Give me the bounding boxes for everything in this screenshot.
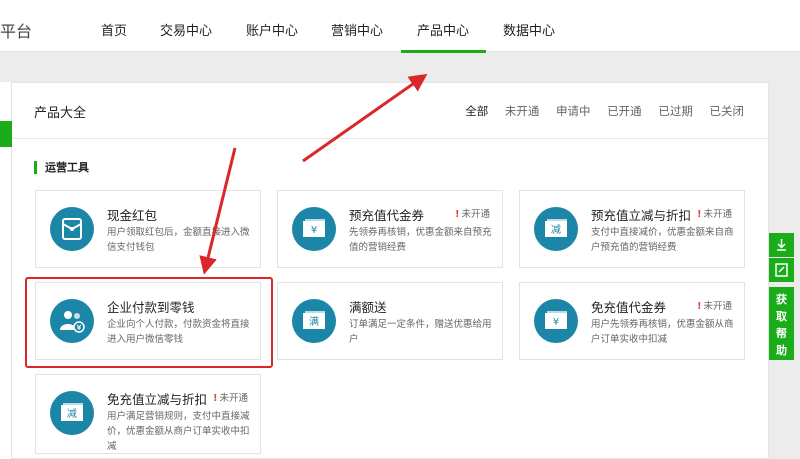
top-navigation: 平台 首页 交易中心 账户中心 营销中心 产品中心 数据中心	[0, 0, 800, 53]
card-title: 免充值立减与折扣	[107, 392, 208, 407]
status-badge: ! 未开通	[455, 209, 490, 220]
card-title: 预充值代金券	[349, 208, 425, 223]
card-description: 支付中直接减价，优惠金额来自商户预充值的营销经费	[591, 227, 734, 253]
product-card-free-voucher[interactable]: ¥ 免充值代金券 ! 未开通 用户先领券再核销，优惠金额从商户订单实收中扣减	[519, 282, 745, 360]
full-gift-icon: 满	[292, 299, 336, 343]
full-glyph: 满	[309, 316, 319, 328]
card-description: 用户满足营销规则，支付中直接减价，优惠金额从商户订单实收中扣减	[107, 411, 250, 452]
filter-closed[interactable]: 已关闭	[710, 104, 745, 118]
card-description: 用户先领券再核销，优惠金额从商户订单实收中扣减	[591, 319, 734, 345]
help-char: 取	[776, 310, 787, 323]
discount-glyph: 减	[551, 224, 561, 236]
discount-ticket-icon: 减	[50, 391, 94, 435]
edit-icon	[775, 263, 788, 277]
card-title: 满额送	[349, 300, 387, 315]
card-title: 现金红包	[107, 208, 158, 223]
nav-marketing-center[interactable]: 营销中心	[331, 20, 383, 39]
filter-all[interactable]: 全部	[465, 104, 488, 118]
help-char: 帮	[776, 327, 787, 340]
download-icon	[777, 239, 786, 251]
yuan-voucher-icon: ¥	[292, 207, 336, 251]
nav-account-center[interactable]: 账户中心	[246, 20, 298, 39]
help-char: 获	[776, 293, 787, 306]
card-title: 预充值立减与折扣	[591, 208, 692, 223]
status-filters: 全部 未开通 申请中 已开通 已过期 已关闭	[452, 103, 744, 119]
left-sidebar-active-marker	[0, 121, 12, 147]
yuan-voucher-icon: ¥	[534, 299, 578, 343]
product-card-prepaid-voucher[interactable]: ¥ 预充值代金券 ! 未开通 先领券再核销，优惠金额来自预充值的营销经费	[277, 190, 503, 268]
nav-home[interactable]: 首页	[101, 20, 127, 39]
yuan-glyph: ¥	[311, 225, 317, 236]
section-title: 运营工具	[34, 161, 89, 174]
card-description: 先领券再核销，优惠金额来自预充值的营销经费	[349, 227, 492, 253]
active-nav-indicator	[401, 50, 486, 53]
status-badge: ! 未开通	[213, 393, 248, 404]
filter-expired[interactable]: 已过期	[658, 104, 693, 118]
card-description: 订单满足一定条件，赠送优惠给用户	[349, 319, 492, 345]
download-button[interactable]	[769, 233, 794, 257]
filter-opened[interactable]: 已开通	[607, 104, 642, 118]
status-badge: ! 未开通	[697, 209, 732, 220]
status-badge: ! 未开通	[697, 301, 732, 312]
nav-product-center[interactable]: 产品中心	[417, 20, 469, 39]
brand-title: 平台	[0, 22, 33, 41]
divider	[12, 138, 769, 139]
filter-applying[interactable]: 申请中	[556, 104, 591, 118]
envelope-icon	[50, 207, 94, 251]
feedback-button[interactable]	[769, 258, 794, 282]
status-badge-label: 未开通	[461, 209, 490, 220]
panel-title: 产品大全	[34, 106, 87, 121]
product-card-full-gift[interactable]: 满 满额送 订单满足一定条件，赠送优惠给用户	[277, 282, 503, 360]
nav-data-center[interactable]: 数据中心	[503, 20, 555, 39]
filter-not-opened[interactable]: 未开通	[505, 104, 540, 118]
card-title: 免充值代金券	[591, 300, 667, 315]
discount-glyph: 减	[67, 408, 77, 420]
yuan-glyph: ¥	[553, 317, 559, 328]
status-badge-label: 未开通	[219, 393, 248, 404]
status-badge-label: 未开通	[703, 209, 732, 220]
highlight-box	[25, 277, 273, 368]
status-badge-label: 未开通	[703, 301, 732, 312]
product-card-prepaid-discount[interactable]: 减 预充值立减与折扣 ! 未开通 支付中直接减价，优惠金额来自商户预充值的营销经费	[519, 190, 745, 268]
product-card-cash-red-packet[interactable]: 现金红包 用户领取红包后，金额直接进入微信支付钱包	[35, 190, 261, 268]
card-description: 用户领取红包后，金额直接进入微信支付钱包	[107, 227, 250, 253]
product-card-free-discount[interactable]: 减 免充值立减与折扣 ! 未开通 用户满足营销规则，支付中直接减价，优惠金额从商户…	[35, 374, 261, 454]
nav-trade-center[interactable]: 交易中心	[160, 20, 212, 39]
get-help-button[interactable]: 获 取 帮 助	[769, 287, 794, 360]
help-char: 助	[776, 344, 787, 357]
discount-ticket-icon: 减	[534, 207, 578, 251]
